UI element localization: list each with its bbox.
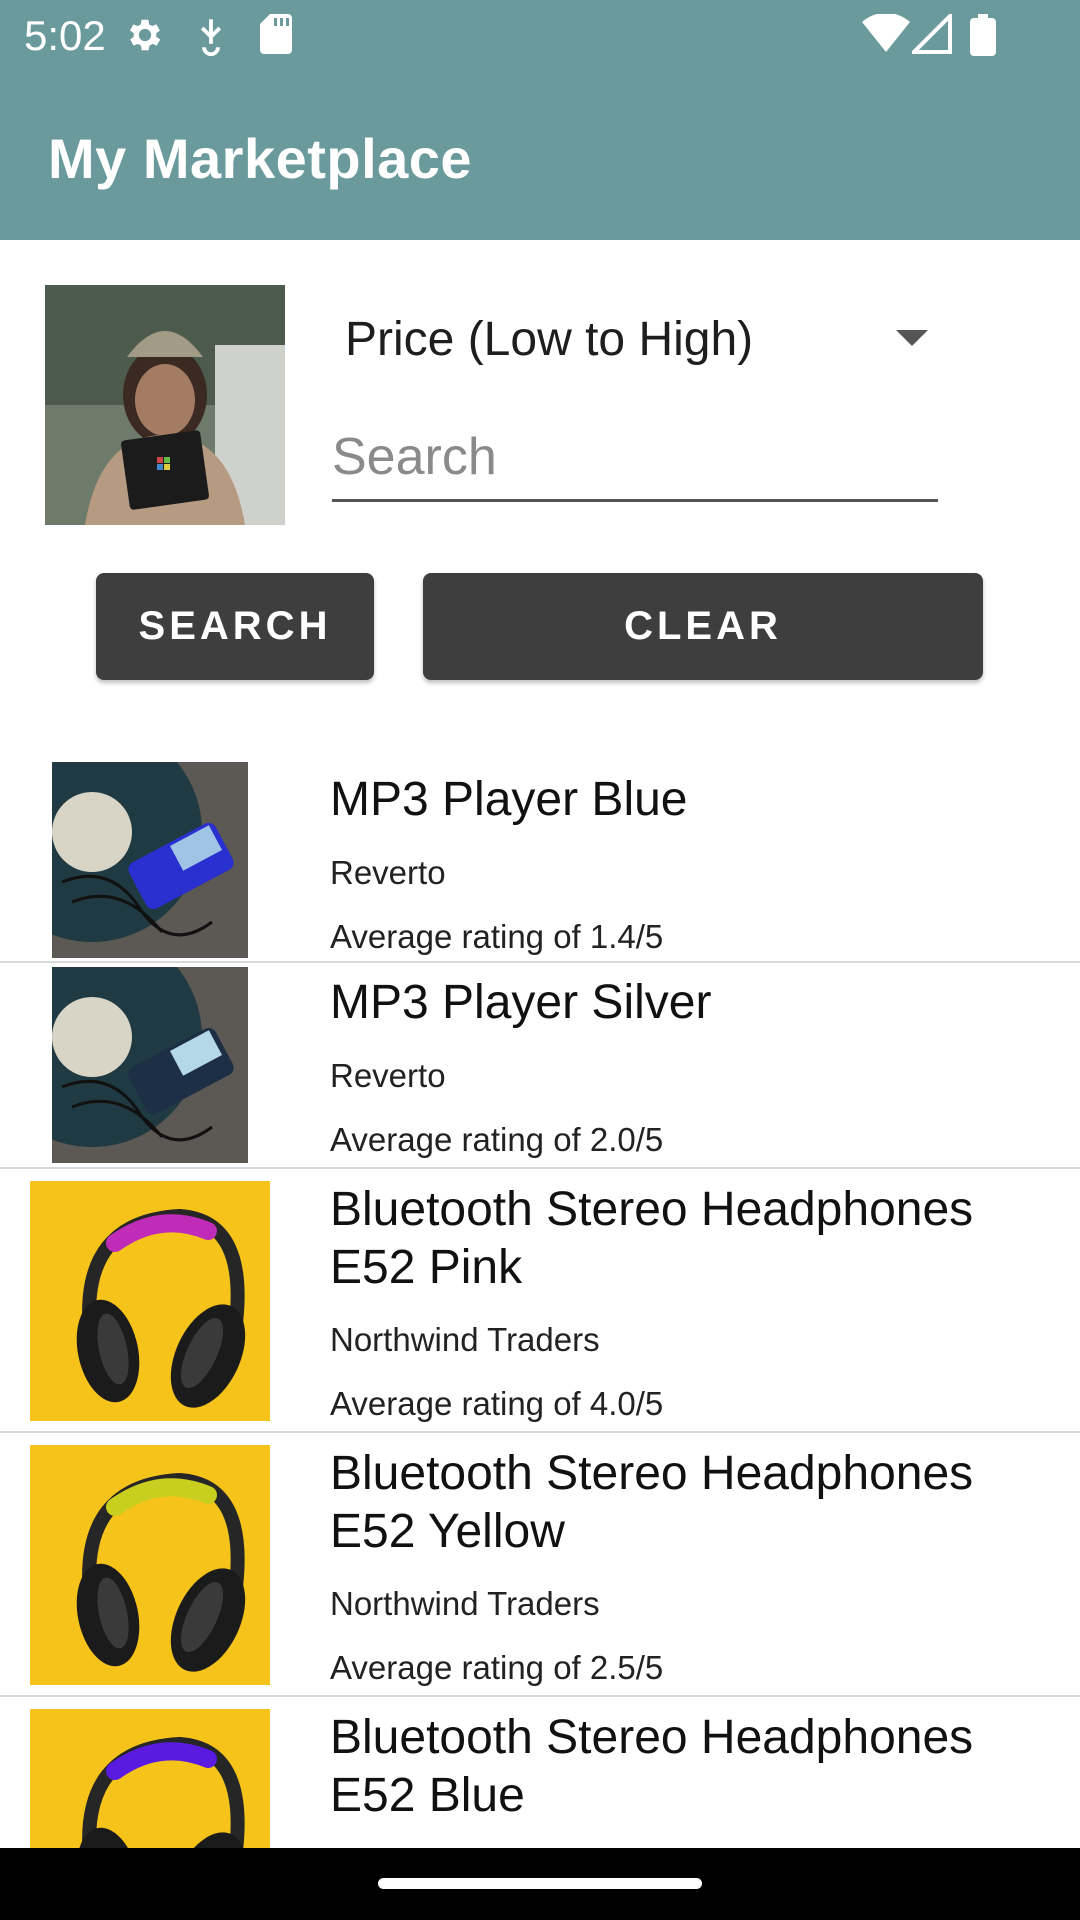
product-rating: Average rating of 1.4/5 (330, 918, 664, 955)
list-item[interactable]: MP3 Player Blue Reverto Average rating o… (0, 755, 1080, 963)
product-name: Bluetooth Stereo Headphones E52 Yellow (330, 1447, 974, 1558)
status-time: 5:02 (24, 12, 106, 59)
battery-icon (970, 14, 996, 56)
wifi-icon (862, 14, 910, 52)
product-rating: Average rating of 2.0/5 (330, 1121, 664, 1158)
product-brand: Reverto (330, 854, 446, 891)
list-item[interactable]: MP3 Player Silver Reverto Average rating… (0, 963, 1080, 1169)
product-brand: Reverto (330, 1057, 446, 1094)
product-brand: Northwind Traders (330, 1585, 600, 1622)
profile-photo (45, 285, 285, 525)
product-name: MP3 Player Blue (330, 773, 688, 826)
settings-icon (129, 19, 161, 51)
navigation-bar (0, 1848, 1080, 1920)
product-thumbnail (30, 1445, 270, 1685)
product-thumbnail (30, 1709, 270, 1857)
app-bar: 5:02 My Marketplace (0, 0, 1080, 240)
product-name: Bluetooth Stereo Headphones E52 Pink (330, 1183, 974, 1294)
product-brand: Northwind Traders (330, 1321, 600, 1358)
clear-button[interactable]: CLEAR (423, 573, 983, 680)
product-name: MP3 Player Silver (330, 976, 712, 1029)
list-item[interactable]: Bluetooth Stereo Headphones E52 Yellow N… (0, 1433, 1080, 1697)
product-name: Bluetooth Stereo Headphones E52 Blue (330, 1711, 974, 1822)
list-item[interactable]: Bluetooth Stereo Headphones E52 Blue (0, 1697, 1080, 1857)
sort-selected-value: Price (Low to High) (345, 313, 754, 366)
dropdown-arrow-icon (896, 330, 928, 346)
product-thumbnail (30, 1181, 270, 1421)
product-list: MP3 Player Blue Reverto Average rating o… (0, 755, 1080, 1857)
home-gesture-handle[interactable] (378, 1878, 702, 1889)
product-rating: Average rating of 4.0/5 (330, 1385, 664, 1422)
list-item[interactable]: Bluetooth Stereo Headphones E52 Pink Nor… (0, 1169, 1080, 1433)
app-title: My Marketplace (48, 127, 473, 190)
product-rating: Average rating of 2.5/5 (330, 1649, 664, 1686)
sort-dropdown[interactable]: Price (Low to High) (330, 300, 950, 380)
usb-debug-icon (200, 19, 222, 56)
product-thumbnail (52, 967, 248, 1163)
product-thumbnail (52, 762, 248, 958)
search-button[interactable]: SEARCH (96, 573, 374, 680)
search-input[interactable] (332, 415, 938, 502)
signal-icon (912, 14, 952, 54)
sd-card-icon (260, 14, 292, 54)
